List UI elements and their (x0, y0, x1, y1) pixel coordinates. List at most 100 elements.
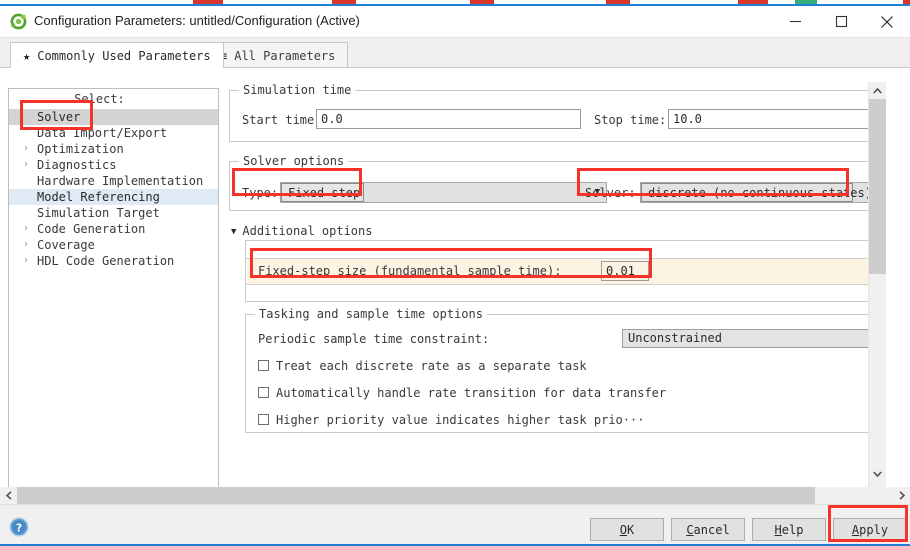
sidebar-item-diagnostics[interactable]: › Diagnostics (9, 157, 218, 173)
ok-button-label: K (627, 522, 635, 537)
periodic-sample-time-label: Periodic sample time constraint: (258, 332, 490, 346)
solver-name-value: discrete (no continuous states) (641, 183, 872, 202)
close-icon (881, 15, 893, 28)
sidebar-item-label: HDL Code Generation (37, 254, 175, 268)
row-divider (246, 284, 886, 285)
tab-all-parameters-label: All Parameters (234, 48, 336, 63)
sidebar-item-simulation-target[interactable]: Simulation Target (9, 205, 218, 221)
tab-commonly-used-parameters[interactable]: ★ Commonly Used Parameters (10, 42, 224, 68)
fixed-step-size-input[interactable]: 0.01 (601, 261, 649, 281)
select-header: Select: (74, 92, 125, 106)
checkbox-label: Higher priority value indicates higher t… (276, 413, 645, 427)
sidebar-item-label: Data Import/Export (37, 126, 168, 140)
sidebar-item-label: Code Generation (37, 222, 146, 236)
question-mark-icon[interactable]: ? (9, 517, 29, 537)
solver-name-field[interactable]: discrete (no continuous states) (640, 182, 886, 203)
dialog-button-bar: ? OK Cancel Help Apply (0, 504, 910, 545)
checkbox-higher-priority-value[interactable] (258, 414, 269, 425)
parameter-tree-list: Solver Data Import/Export › Optimization… (9, 109, 218, 269)
sidebar-item-hardware-implementation[interactable]: Hardware Implementation (9, 173, 218, 189)
checkbox-treat-discrete-rate[interactable] (258, 360, 269, 371)
chevron-right-icon[interactable]: › (23, 237, 33, 253)
minimize-icon (789, 20, 801, 23)
simulink-icon (10, 13, 27, 30)
sidebar-item-model-referencing[interactable]: Model Referencing (9, 189, 218, 205)
simulation-time-legend: Simulation time (239, 83, 356, 97)
scroll-left-button[interactable] (0, 487, 17, 504)
stop-time-label: Stop time: (594, 113, 667, 127)
solver-type-value: Fixed-step (281, 183, 364, 202)
window-title: Configuration Parameters: untitled/Confi… (34, 13, 360, 28)
cancel-button-mnemonic: C (686, 522, 694, 537)
scroll-right-button[interactable] (893, 487, 910, 504)
tasking-legend: Tasking and sample time options (255, 307, 487, 321)
help-button-label: elp (781, 522, 804, 537)
chevron-right-icon[interactable]: › (23, 157, 33, 173)
chevron-right-icon[interactable]: › (23, 253, 33, 269)
sidebar-item-label: Optimization (37, 142, 124, 156)
configuration-parameters-window: Configuration Parameters: untitled/Confi… (0, 0, 910, 546)
chevron-down-icon (873, 470, 882, 477)
stop-time-input[interactable]: 10.0 (668, 109, 886, 129)
cancel-button[interactable]: Cancel (671, 518, 745, 541)
checkbox-row-higher-priority-value[interactable]: Higher priority value indicates higher t… (258, 412, 644, 428)
sidebar-item-label: Hardware Implementation (37, 174, 204, 188)
star-icon: ★ (23, 48, 31, 63)
settings-pane: Simulation time Start time: 0.0 Stop tim… (227, 82, 886, 494)
chevron-right-icon[interactable]: › (23, 141, 33, 157)
periodic-sample-time-combobox[interactable]: Unconstrained (622, 329, 886, 348)
vertical-scrollbar-thumb[interactable] (869, 99, 886, 274)
active-tab-connector (11, 66, 207, 68)
chevron-right-icon (898, 491, 905, 500)
sidebar-item-data-import-export[interactable]: Data Import/Export (9, 125, 218, 141)
chevron-left-icon (5, 491, 12, 500)
sidebar-item-label: Simulation Target (37, 206, 160, 220)
help-button[interactable]: Help (752, 518, 826, 541)
tasking-options-group: Tasking and sample time options Periodic… (245, 307, 886, 433)
horizontal-scrollbar[interactable] (0, 487, 910, 504)
vertical-scrollbar[interactable] (868, 82, 886, 494)
apply-button-label: pply (859, 522, 889, 537)
ok-button[interactable]: OK (590, 518, 664, 541)
solver-type-combobox[interactable]: Fixed-step ▼ (280, 182, 607, 203)
sidebar-item-optimization[interactable]: › Optimization (9, 141, 218, 157)
sidebar-item-coverage[interactable]: › Coverage (9, 237, 218, 253)
fixed-step-size-label: Fixed-step size (fundamental sample time… (258, 264, 562, 278)
start-time-input[interactable]: 0.0 (316, 109, 581, 129)
sidebar-item-label: Solver (37, 110, 81, 124)
sidebar-item-code-generation[interactable]: › Code Generation (9, 221, 218, 237)
sidebar-item-label: Coverage (37, 238, 95, 252)
checkbox-row-treat-discrete-rate[interactable]: Treat each discrete rate as a separate t… (258, 358, 587, 374)
minimize-button[interactable] (772, 6, 818, 37)
maximize-icon (835, 15, 847, 28)
close-button[interactable] (864, 6, 910, 37)
dialog-body: Select: Solver Data Import/Export › Opti… (0, 68, 910, 494)
help-button-mnemonic: H (774, 522, 782, 537)
scroll-up-button[interactable] (869, 82, 886, 99)
apply-button[interactable]: Apply (833, 518, 907, 541)
checkbox-label: Treat each discrete rate as a separate t… (276, 359, 587, 373)
checkbox-auto-rate-transition[interactable] (258, 387, 269, 398)
tab-all-parameters[interactable]: ≡ All Parameters (207, 42, 349, 68)
sidebar-item-solver[interactable]: Solver (9, 109, 218, 125)
checkbox-label: Automatically handle rate transition for… (276, 386, 667, 400)
svg-text:?: ? (16, 522, 22, 534)
sidebar-item-hdl-code-generation[interactable]: › HDL Code Generation (9, 253, 218, 269)
cancel-button-label: ancel (693, 522, 730, 537)
maximize-button[interactable] (818, 6, 864, 37)
scroll-down-button[interactable] (869, 465, 886, 482)
solver-options-group: Solver options Type: Fixed-step ▼ Solver… (229, 154, 886, 211)
additional-options-disclosure[interactable]: ▼ Additional options (231, 224, 372, 239)
type-label: Type: (242, 186, 279, 200)
horizontal-scrollbar-thumb[interactable] (17, 487, 815, 504)
title-bar: Configuration Parameters: untitled/Confi… (0, 6, 910, 38)
simulation-time-group: Simulation time Start time: 0.0 Stop tim… (229, 83, 886, 142)
parameter-tree-pane[interactable]: Select: Solver Data Import/Export › Opti… (8, 88, 219, 494)
sidebar-item-label: Model Referencing (37, 190, 160, 204)
additional-options-label: Additional options (242, 224, 373, 238)
checkbox-row-auto-rate-transition[interactable]: Automatically handle rate transition for… (258, 385, 666, 401)
tab-commonly-used-parameters-label: Commonly Used Parameters (37, 48, 211, 63)
ok-button-mnemonic: O (619, 522, 627, 537)
chevron-right-icon[interactable]: › (23, 221, 33, 237)
solver-options-legend: Solver options (239, 154, 349, 168)
